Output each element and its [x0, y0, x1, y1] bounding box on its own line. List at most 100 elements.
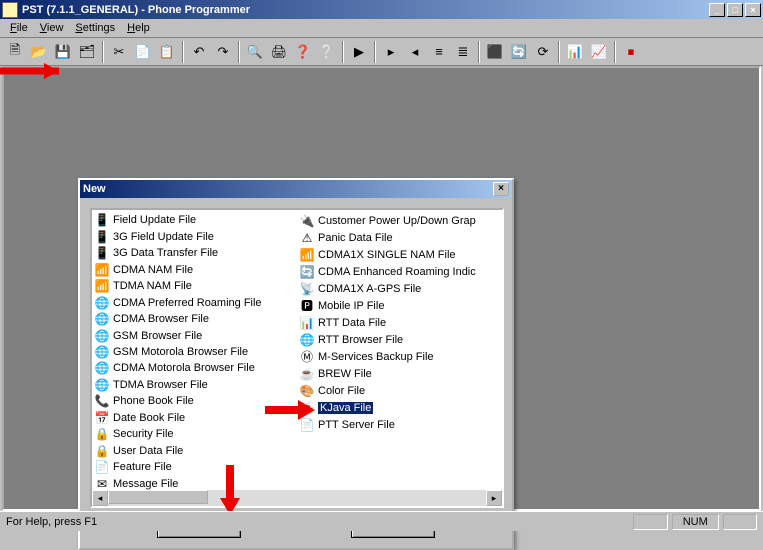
list-item[interactable]: 📊RTT Data File: [297, 314, 502, 331]
file-type-icon: 🌐: [94, 328, 110, 344]
list-item[interactable]: 🔒User Data File: [92, 443, 297, 459]
list-item[interactable]: 📱Field Update File: [92, 212, 297, 228]
saveall-icon[interactable]: 🗂: [76, 41, 98, 63]
dialog-close-button[interactable]: ×: [493, 182, 509, 196]
undo-icon[interactable]: ↶: [188, 41, 210, 63]
list-item-label: Date Book File: [113, 412, 185, 424]
cut-icon[interactable]: ✂: [108, 41, 130, 63]
find-icon[interactable]: 🔍: [244, 41, 266, 63]
list-item[interactable]: ⓂM-Services Backup File: [297, 348, 502, 365]
run-icon[interactable]: ▶: [348, 41, 370, 63]
list-item[interactable]: 🌐TDMA Browser File: [92, 377, 297, 393]
list-item[interactable]: ☕KJava File: [297, 399, 502, 416]
list-item-label: TDMA NAM File: [113, 280, 192, 292]
list-item-label: Panic Data File: [318, 232, 393, 244]
list-item-label: CDMA Enhanced Roaming Indic: [318, 266, 476, 278]
tool-c1-icon[interactable]: 📊: [564, 41, 586, 63]
menu-help[interactable]: Help: [121, 21, 156, 35]
horizontal-scrollbar[interactable]: ◂ ▸: [92, 490, 502, 506]
file-type-icon: ☕: [299, 366, 315, 382]
tool-a4-icon[interactable]: ≣: [452, 41, 474, 63]
list-item[interactable]: 🌐GSM Browser File: [92, 327, 297, 343]
list-item[interactable]: 🎨Color File: [297, 382, 502, 399]
toolbar: 🗎 📂 💾 🗂 ✂ 📄 📋 ↶ ↷ 🔍 🖨 ❓ ❔ ▶ ▸ ◂ ≡ ≣ ⬛ 🔄 …: [0, 38, 763, 66]
tool-a2-icon[interactable]: ◂: [404, 41, 426, 63]
list-item[interactable]: 🌐CDMA Preferred Roaming File: [92, 294, 297, 310]
tool-a1-icon[interactable]: ▸: [380, 41, 402, 63]
list-item[interactable]: 🅿Mobile IP File: [297, 297, 502, 314]
list-item-label: Phone Book File: [113, 395, 194, 407]
stop-icon[interactable]: ⏹: [620, 41, 642, 63]
tool-b1-icon[interactable]: ⬛: [484, 41, 506, 63]
file-type-icon: 🔒: [94, 443, 110, 459]
list-item[interactable]: 📄Feature File: [92, 459, 297, 475]
dialog-title-bar: New ×: [80, 180, 512, 198]
window-controls: _ □ ×: [709, 3, 761, 17]
file-type-icon: 📄: [299, 417, 315, 433]
workspace: New × 📱Field Update File📱3G Field Update…: [2, 66, 761, 511]
list-item[interactable]: ⚠Panic Data File: [297, 229, 502, 246]
list-item-label: GSM Browser File: [113, 330, 202, 342]
menu-file[interactable]: File: [4, 21, 34, 35]
maximize-button[interactable]: □: [727, 3, 743, 17]
list-item[interactable]: 🔌Customer Power Up/Down Grap: [297, 212, 502, 229]
list-item-label: M-Services Backup File: [318, 351, 434, 363]
menu-settings[interactable]: Settings: [69, 21, 121, 35]
list-item[interactable]: 🌐GSM Motorola Browser File: [92, 344, 297, 360]
new-icon[interactable]: 🗎: [4, 41, 26, 63]
list-item[interactable]: 📱3G Data Transfer File: [92, 245, 297, 261]
list-item[interactable]: 📞Phone Book File: [92, 393, 297, 409]
list-item[interactable]: 📅Date Book File: [92, 410, 297, 426]
list-item[interactable]: ☕BREW File: [297, 365, 502, 382]
tool-b3-icon[interactable]: ⟳: [532, 41, 554, 63]
list-item[interactable]: 📶CDMA NAM File: [92, 261, 297, 277]
file-type-icon: 📊: [299, 315, 315, 331]
redo-icon[interactable]: ↷: [212, 41, 234, 63]
list-item[interactable]: 📶CDMA1X SINGLE NAM File: [297, 246, 502, 263]
scroll-thumb[interactable]: [108, 490, 208, 504]
close-button[interactable]: ×: [745, 3, 761, 17]
file-type-icon: 📶: [94, 262, 110, 278]
status-empty2: [723, 514, 757, 530]
copy-icon[interactable]: 📄: [132, 41, 154, 63]
status-num: NUM: [672, 514, 719, 530]
menu-view[interactable]: View: [34, 21, 70, 35]
list-item-label: PTT Server File: [318, 419, 395, 431]
list-item-label: Mobile IP File: [318, 300, 384, 312]
save-icon[interactable]: 💾: [52, 41, 74, 63]
list-item-label: RTT Data File: [318, 317, 386, 329]
list-item-label: 3G Data Transfer File: [113, 247, 218, 259]
file-type-icon: 📶: [94, 278, 110, 294]
list-item-label: CDMA Motorola Browser File: [113, 362, 255, 374]
help-icon[interactable]: ❓: [292, 41, 314, 63]
file-type-icon: 📅: [94, 410, 110, 426]
list-item[interactable]: 📶TDMA NAM File: [92, 278, 297, 294]
open-icon[interactable]: 📂: [28, 41, 50, 63]
tool-a3-icon[interactable]: ≡: [428, 41, 450, 63]
list-item-label: Feature File: [113, 461, 172, 473]
scroll-track[interactable]: [108, 490, 486, 506]
list-item-label: TDMA Browser File: [113, 379, 208, 391]
list-item[interactable]: 🌐CDMA Browser File: [92, 311, 297, 327]
list-item[interactable]: 🌐RTT Browser File: [297, 331, 502, 348]
paste-icon[interactable]: 📋: [156, 41, 178, 63]
list-item[interactable]: 🔒Security File: [92, 426, 297, 442]
list-item-label: BREW File: [318, 368, 372, 380]
file-type-list[interactable]: 📱Field Update File📱3G Field Update File📱…: [90, 208, 504, 508]
new-dialog: New × 📱Field Update File📱3G Field Update…: [78, 178, 514, 550]
app-icon: [2, 2, 18, 18]
tool-b2-icon[interactable]: 🔄: [508, 41, 530, 63]
scroll-left-button[interactable]: ◂: [92, 490, 108, 506]
print-icon[interactable]: 🖨: [268, 41, 290, 63]
list-item[interactable]: 🌐CDMA Motorola Browser File: [92, 360, 297, 376]
list-item[interactable]: 📄PTT Server File: [297, 416, 502, 433]
context-help-icon[interactable]: ❔: [316, 41, 338, 63]
minimize-button[interactable]: _: [709, 3, 725, 17]
status-bar: For Help, press F1 NUM: [0, 511, 763, 531]
list-item[interactable]: 📡CDMA1X A-GPS File: [297, 280, 502, 297]
list-item[interactable]: 📱3G Field Update File: [92, 228, 297, 244]
tool-c2-icon[interactable]: 📈: [588, 41, 610, 63]
file-type-icon: 📱: [94, 229, 110, 245]
scroll-right-button[interactable]: ▸: [486, 490, 502, 506]
list-item[interactable]: 🔄CDMA Enhanced Roaming Indic: [297, 263, 502, 280]
